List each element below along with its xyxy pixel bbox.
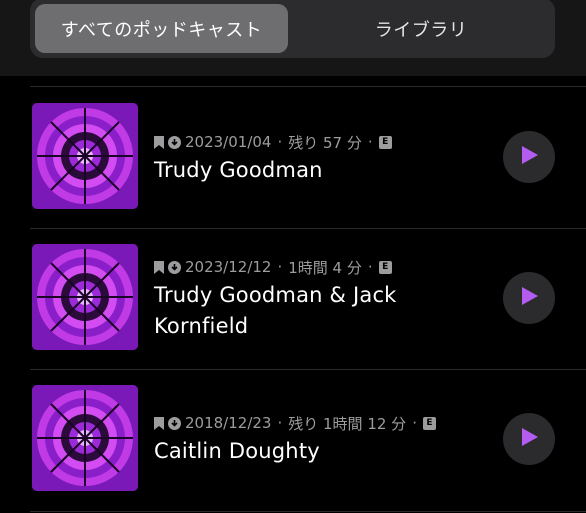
bookmark-icon (154, 416, 164, 430)
header-bar: すべてのポッドキャスト ライブラリ (0, 0, 586, 76)
tab-all-podcasts[interactable]: すべてのポッドキャスト (35, 4, 288, 53)
episode-duration: 残り 57 分 (288, 133, 362, 152)
play-icon (518, 426, 540, 452)
separator: · (367, 133, 373, 151)
play-icon (518, 144, 540, 170)
play-icon (518, 285, 540, 311)
episode-row[interactable]: 2023/12/12 · 1時間 4 分 · E Trudy Goodman &… (0, 229, 586, 369)
podcast-episode-list-screen: すべてのポッドキャスト ライブラリ 2023/01/04 · 残り 57 分 ·… (0, 0, 586, 513)
episode-title: Trudy Goodman & Jack Kornfield (154, 283, 397, 338)
episode-date: 2023/01/04 (185, 133, 272, 151)
episode-title: Caitlin Doughty (154, 439, 320, 463)
separator: · (367, 258, 373, 276)
bookmark-icon (154, 260, 164, 274)
download-icon (168, 135, 181, 149)
separator: · (277, 258, 283, 276)
episode-title: Trudy Goodman (154, 158, 323, 182)
explicit-icon: E (378, 135, 392, 149)
divider (30, 86, 586, 87)
tab-library[interactable]: ライブラリ (292, 4, 550, 53)
separator: · (277, 414, 283, 432)
explicit-icon: E (422, 416, 436, 430)
episode-duration: 1時間 4 分 (288, 258, 362, 277)
divider (30, 511, 586, 512)
episode-meta: 2023/12/12 · 1時間 4 分 · E (154, 256, 392, 278)
episode-row[interactable]: 2018/12/23 · 残り 1時間 12 分 · E Caitlin Dou… (0, 370, 586, 513)
separator: · (277, 133, 283, 151)
episode-meta: 2023/01/04 · 残り 57 分 · E (154, 131, 392, 153)
play-button[interactable] (503, 131, 555, 183)
play-button[interactable] (503, 413, 555, 465)
play-button[interactable] (503, 272, 555, 324)
podcast-artwork (32, 244, 138, 350)
podcast-artwork (32, 103, 138, 209)
podcast-artwork (32, 385, 138, 491)
separator: · (412, 414, 417, 432)
episode-meta: 2018/12/23 · 残り 1時間 12 分 · E (154, 412, 436, 434)
download-icon (168, 416, 181, 430)
download-icon (168, 260, 181, 274)
episode-duration: 残り 1時間 12 分 (288, 414, 407, 433)
bookmark-icon (154, 135, 164, 149)
segmented-control: すべてのポッドキャスト ライブラリ (30, 0, 555, 58)
episode-date: 2018/12/23 (185, 414, 272, 432)
episode-row[interactable]: 2023/01/04 · 残り 57 分 · E Trudy Goodman (0, 88, 586, 228)
explicit-icon: E (378, 260, 392, 274)
episode-date: 2023/12/12 (185, 258, 272, 276)
